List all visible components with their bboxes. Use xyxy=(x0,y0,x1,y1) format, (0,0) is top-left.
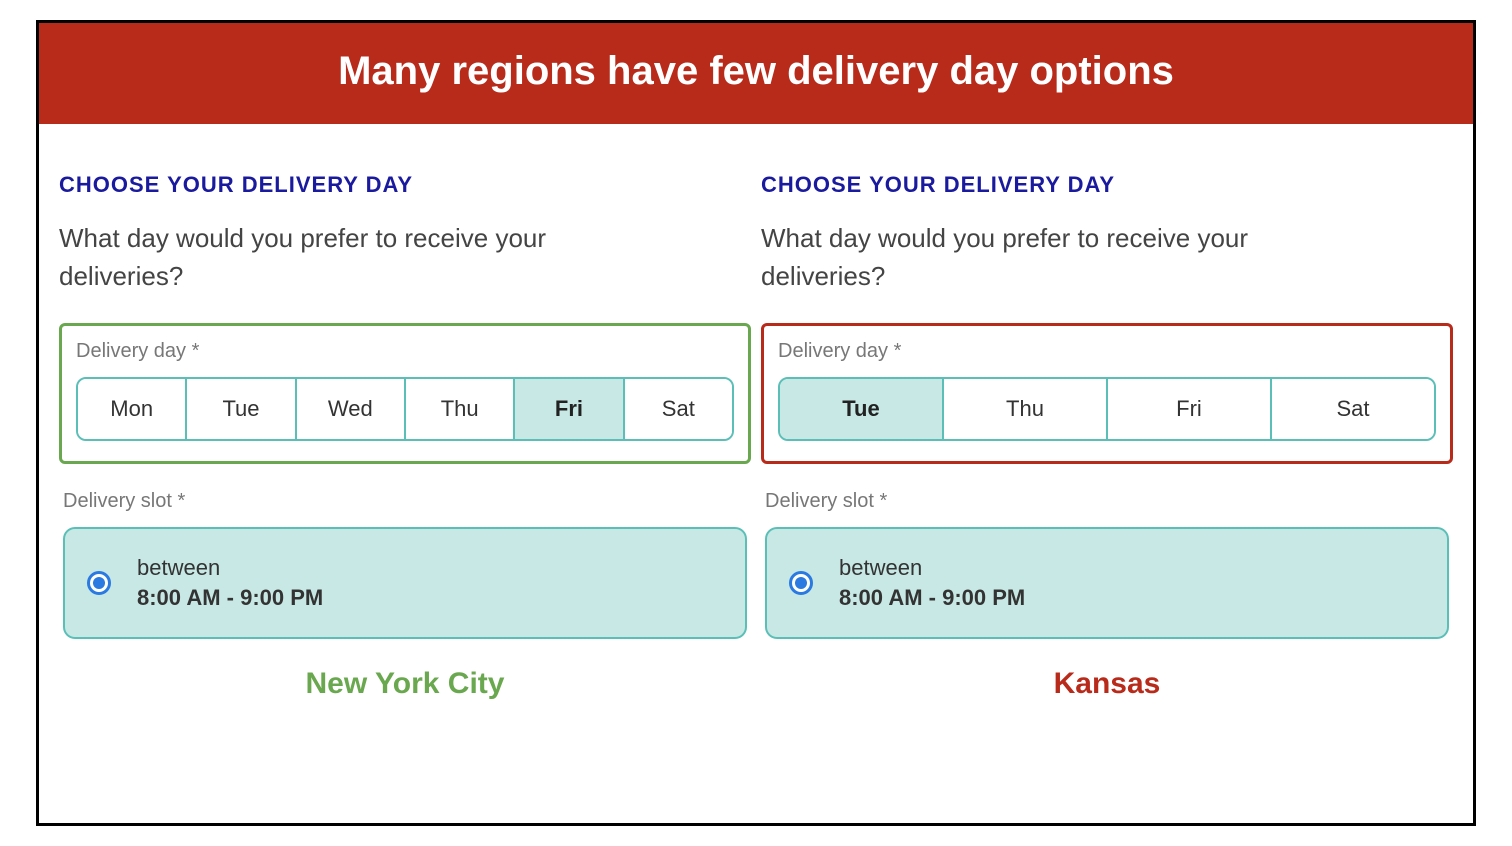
slot-option-left[interactable]: between 8:00 AM - 9:00 PM xyxy=(63,527,747,638)
day-selector-left: MonTueWedThuFriSat xyxy=(76,377,734,441)
section-title-right: CHOOSE YOUR DELIVERY DAY xyxy=(761,172,1453,198)
delivery-day-label-left: Delivery day * xyxy=(76,340,734,363)
radio-checked-icon xyxy=(87,571,111,595)
comparison-frame: Many regions have few delivery day optio… xyxy=(36,20,1476,826)
city-label-right: Kansas xyxy=(761,667,1453,701)
slot-section-left: Delivery slot * between 8:00 AM - 9:00 P… xyxy=(59,490,751,638)
prompt-text-right: What day would you prefer to receive you… xyxy=(761,220,1321,295)
slot-time-range: 8:00 AM - 9:00 PM xyxy=(839,583,1025,613)
day-option-sat[interactable]: Sat xyxy=(1272,379,1434,439)
city-label-left: New York City xyxy=(59,667,751,701)
column-right: CHOOSE YOUR DELIVERY DAY What day would … xyxy=(761,172,1453,823)
slot-between-word: between xyxy=(839,553,1025,583)
slot-text-left: between 8:00 AM - 9:00 PM xyxy=(137,553,323,612)
day-option-tue[interactable]: Tue xyxy=(780,379,944,439)
day-selector-right: TueThuFriSat xyxy=(778,377,1436,441)
day-highlight-left: Delivery day * MonTueWedThuFriSat xyxy=(59,323,751,464)
column-left: CHOOSE YOUR DELIVERY DAY What day would … xyxy=(59,172,751,823)
day-option-thu[interactable]: Thu xyxy=(944,379,1108,439)
content-area: CHOOSE YOUR DELIVERY DAY What day would … xyxy=(39,124,1473,823)
delivery-slot-label-left: Delivery slot * xyxy=(63,490,747,513)
day-option-fri[interactable]: Fri xyxy=(515,379,624,439)
slot-option-right[interactable]: between 8:00 AM - 9:00 PM xyxy=(765,527,1449,638)
day-option-fri[interactable]: Fri xyxy=(1108,379,1272,439)
slot-time-range: 8:00 AM - 9:00 PM xyxy=(137,583,323,613)
prompt-text-left: What day would you prefer to receive you… xyxy=(59,220,619,295)
slot-between-word: between xyxy=(137,553,323,583)
day-highlight-right: Delivery day * TueThuFriSat xyxy=(761,323,1453,464)
delivery-slot-label-right: Delivery slot * xyxy=(765,490,1449,513)
day-option-tue[interactable]: Tue xyxy=(187,379,296,439)
delivery-day-label-right: Delivery day * xyxy=(778,340,1436,363)
day-option-sat[interactable]: Sat xyxy=(625,379,732,439)
day-option-mon[interactable]: Mon xyxy=(78,379,187,439)
banner-title: Many regions have few delivery day optio… xyxy=(39,23,1473,124)
radio-checked-icon xyxy=(789,571,813,595)
slot-text-right: between 8:00 AM - 9:00 PM xyxy=(839,553,1025,612)
day-option-wed[interactable]: Wed xyxy=(297,379,406,439)
day-option-thu[interactable]: Thu xyxy=(406,379,515,439)
slot-section-right: Delivery slot * between 8:00 AM - 9:00 P… xyxy=(761,490,1453,638)
section-title-left: CHOOSE YOUR DELIVERY DAY xyxy=(59,172,751,198)
